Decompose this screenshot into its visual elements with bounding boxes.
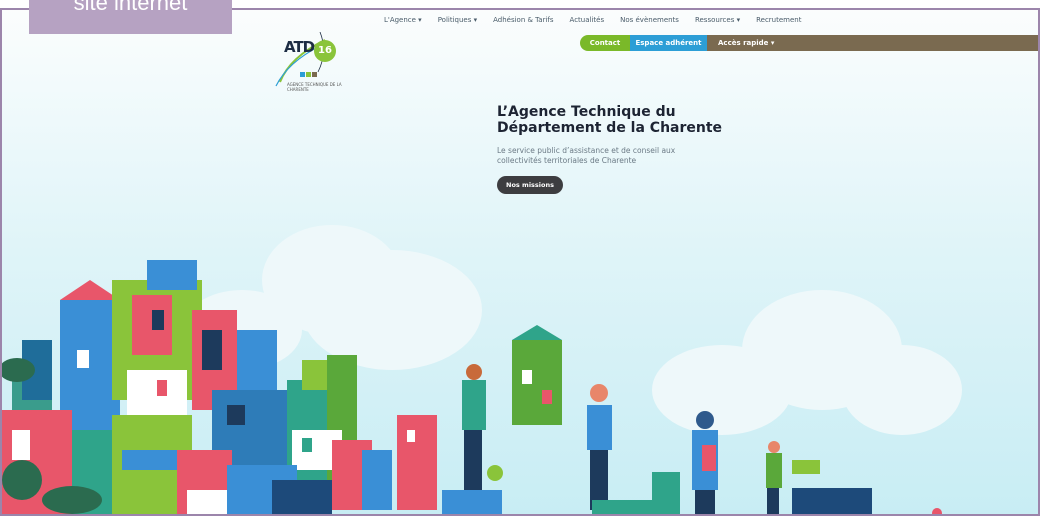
nav-item-ressources[interactable]: Ressources ▾ [687,16,748,24]
hero-title: L’Agence Technique du Département de la … [497,104,723,136]
hero-subtitle: Le service public d’assistance et de con… [497,146,676,165]
nav-item-agence[interactable]: L'Agence ▾ [376,16,430,24]
nav-item-actualites[interactable]: Actualités [562,16,613,24]
logo-tagline: AGENCE TECHNIQUE DE LA CHARENTE [287,82,342,92]
contact-button[interactable]: Contact [580,35,630,51]
logo-acronym: ATD [284,38,315,56]
hero-text: L’Agence Technique du Département de la … [497,104,737,166]
nav-item-politiques[interactable]: Politiques ▾ [430,16,485,24]
espace-adherent-button[interactable]: Espace adhérent [630,35,707,51]
nav-item-evenements[interactable]: Nos évènements [612,16,687,24]
nav-item-adhesion-tarifs[interactable]: Adhésion & Tarifs [485,16,561,24]
acces-rapide-dropdown[interactable]: Accès rapide ▾ [707,35,1038,51]
logo-number-badge: 16 [314,40,336,62]
utility-bar: Contact Espace adhérent Accès rapide ▾ [580,35,1038,51]
nav-item-recrutement[interactable]: Recrutement [748,16,809,24]
hero-illustration [2,225,962,514]
main-navigation: L'Agence ▾ Politiques ▾ Adhésion & Tarif… [376,16,809,24]
site-logo[interactable]: ATD 16 AGENCE TECHNIQUE DE LA CHARENTE [270,32,350,98]
nos-missions-button[interactable]: Nos missions [497,176,563,194]
screenshot-frame: L'Agence ▾ Politiques ▾ Adhésion & Tarif… [0,8,1040,516]
caption-label: site internet [29,0,232,34]
